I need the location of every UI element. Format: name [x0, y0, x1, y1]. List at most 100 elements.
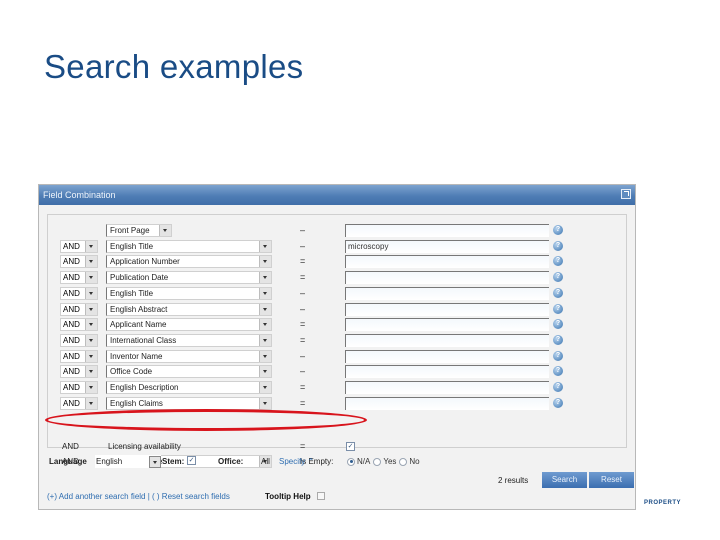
operator-select[interactable]: AND	[60, 396, 98, 410]
add-reset-fields-link[interactable]: (+) Add another search field | ( ) Reset…	[47, 492, 230, 501]
operator-select[interactable]: AND	[60, 239, 98, 253]
search-value-input[interactable]	[345, 302, 549, 316]
chevron-down-icon[interactable]	[259, 240, 271, 252]
chevron-down-icon[interactable]	[85, 334, 97, 346]
field-select[interactable]: Front Page	[106, 224, 172, 237]
search-row: AND Application Number =?	[48, 255, 626, 269]
operator-value: AND	[63, 273, 80, 283]
search-value-input[interactable]	[345, 318, 549, 332]
field-value: Application Number	[110, 257, 180, 267]
stem-checkbox[interactable]: ✓	[187, 456, 196, 465]
operator-select[interactable]: AND	[60, 318, 98, 332]
chevron-down-icon[interactable]	[149, 456, 161, 468]
chevron-down-icon[interactable]	[85, 382, 97, 393]
search-value-input[interactable]	[345, 286, 549, 300]
chevron-down-icon[interactable]	[259, 350, 271, 362]
field-select[interactable]: International Class	[106, 333, 272, 347]
chevron-down-icon[interactable]	[85, 240, 97, 252]
field-select[interactable]: English Abstract	[106, 302, 272, 316]
operator-select[interactable]: AND	[60, 286, 98, 300]
reset-button[interactable]: Reset	[589, 472, 634, 488]
links-row: (+) Add another search field | ( ) Reset…	[47, 491, 367, 503]
chevron-down-icon[interactable]	[85, 303, 97, 315]
chevron-down-icon[interactable]	[259, 382, 271, 393]
help-icon[interactable]: ?	[553, 319, 563, 330]
search-value-input[interactable]	[345, 365, 549, 379]
help-icon[interactable]: ?	[553, 334, 563, 345]
relation-label: =	[300, 397, 306, 408]
search-value-input[interactable]	[345, 349, 549, 363]
field-value: English Title	[110, 241, 154, 251]
search-button[interactable]: Search	[542, 472, 587, 488]
tooltip-help-checkbox[interactable]	[317, 492, 325, 500]
search-value-input[interactable]	[345, 396, 549, 410]
chevron-down-icon[interactable]	[85, 350, 97, 362]
help-icon[interactable]: ?	[553, 287, 563, 298]
office-label: Office:	[218, 457, 244, 466]
language-select[interactable]: English	[95, 455, 161, 468]
field-select[interactable]: English Title	[106, 239, 272, 253]
expand-icon[interactable]	[621, 189, 631, 199]
specify-link[interactable]: Specify ⌃	[279, 455, 314, 468]
search-value-input[interactable]	[345, 255, 549, 269]
search-row: AND English Abstract –?	[48, 302, 626, 317]
operator-value: AND	[63, 304, 80, 314]
field-select[interactable]: Applicant Name	[106, 318, 272, 332]
search-value-input[interactable]	[345, 224, 549, 237]
chevron-down-icon[interactable]	[259, 303, 271, 315]
help-icon[interactable]: ?	[553, 240, 563, 251]
help-icon[interactable]: ?	[553, 256, 563, 267]
chevron-down-icon[interactable]	[259, 319, 271, 331]
operator-select[interactable]: AND	[60, 349, 98, 363]
relation-label: –	[300, 240, 306, 251]
slide-title: Search examples	[44, 48, 304, 85]
field-select[interactable]: Publication Date	[106, 271, 272, 285]
search-row: AND International Class =?	[48, 333, 626, 348]
relation-label: =	[300, 334, 306, 345]
chevron-down-icon[interactable]	[159, 225, 171, 236]
operator-select[interactable]: AND	[60, 302, 98, 316]
operator-select[interactable]: AND	[60, 381, 98, 394]
licensing-checkbox[interactable]: ✓	[346, 442, 355, 451]
chevron-down-icon[interactable]	[85, 366, 97, 378]
help-icon[interactable]: ?	[553, 303, 563, 314]
field-select[interactable]: English Description	[106, 381, 272, 394]
field-select[interactable]: English Title	[106, 286, 272, 300]
operator-select[interactable]: AND	[60, 333, 98, 347]
field-select[interactable]: Office Code	[106, 365, 272, 379]
chevron-down-icon[interactable]	[259, 287, 271, 299]
field-select[interactable]: English Claims	[106, 396, 272, 410]
chevron-down-icon[interactable]	[85, 319, 97, 331]
help-icon[interactable]: ?	[553, 382, 563, 392]
field-value: English Title	[110, 288, 154, 298]
help-icon[interactable]: ?	[553, 225, 563, 235]
chevron-down-icon[interactable]	[259, 334, 271, 346]
operator-select[interactable]: AND	[60, 255, 98, 269]
chevron-down-icon[interactable]	[85, 287, 97, 299]
help-icon[interactable]: ?	[553, 366, 563, 377]
chevron-down-icon[interactable]	[259, 256, 271, 268]
help-icon[interactable]: ?	[553, 397, 563, 408]
help-icon[interactable]: ?	[553, 272, 563, 283]
chevron-down-icon[interactable]	[259, 272, 271, 284]
operator-value: AND	[63, 288, 80, 298]
field-value: English Description	[110, 383, 179, 392]
field-value: International Class	[110, 335, 177, 345]
help-icon[interactable]: ?	[553, 350, 563, 361]
chevron-down-icon[interactable]	[85, 256, 97, 268]
search-value-input[interactable]	[345, 333, 549, 347]
field-select[interactable]: Application Number	[106, 255, 272, 269]
operator-select[interactable]: AND	[60, 365, 98, 379]
field-select[interactable]: Inventor Name	[106, 349, 272, 363]
chevron-down-icon[interactable]	[259, 397, 271, 409]
search-value-input[interactable]: microscopy	[345, 239, 549, 253]
chevron-down-icon[interactable]	[259, 366, 271, 378]
search-row: AND English Description =?	[48, 381, 626, 395]
search-value-input[interactable]	[345, 381, 549, 394]
chevron-down-icon[interactable]	[85, 272, 97, 284]
relation-label: –	[300, 366, 306, 377]
operator-select[interactable]: AND	[60, 271, 98, 285]
chevron-down-icon[interactable]	[85, 397, 97, 409]
search-value-input[interactable]	[345, 271, 549, 285]
field-value: Office Code	[110, 367, 153, 377]
